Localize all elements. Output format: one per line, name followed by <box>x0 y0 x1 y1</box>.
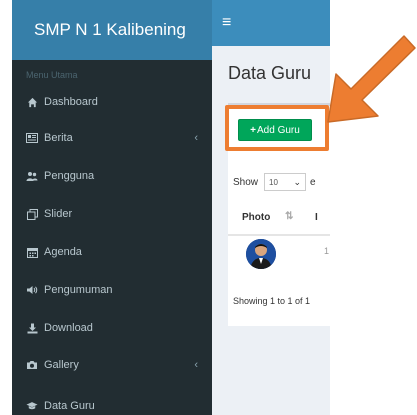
calendar-icon <box>26 246 38 258</box>
table-header: Photo ⇅ I <box>228 206 330 236</box>
sidebar-item-label: Pengumuman <box>44 284 113 296</box>
sidebar-item-download[interactable]: Download <box>12 317 212 339</box>
page-length-select[interactable]: 10 ⌄ <box>264 173 307 191</box>
hamburger-icon[interactable]: ≡ <box>222 14 231 32</box>
content-area: Data Guru + Add Guru Show 10 ⌄ e Photo ⇅… <box>212 46 330 415</box>
sidebar-item-label: Download <box>44 322 93 334</box>
chevron-left-icon: ‹ <box>194 132 198 144</box>
sidebar-item-label: Data Guru <box>44 400 95 412</box>
page-title: Data Guru <box>228 63 312 83</box>
download-icon <box>26 322 38 334</box>
sidebar-item-berita[interactable]: Berita ‹ <box>12 127 212 149</box>
table-cell: 1 <box>324 246 330 256</box>
sidebar-item-dashboard[interactable]: Dashboard <box>12 91 212 113</box>
sidebar-item-pengumuman[interactable]: Pengumuman <box>12 279 212 301</box>
page-length-value: 10 <box>269 177 278 187</box>
table-info: Showing 1 to 1 of 1 <box>233 296 311 306</box>
column-header-next[interactable]: I <box>315 212 318 223</box>
sidebar-item-label: Pengguna <box>44 170 95 182</box>
sidebar-item-label: Slider <box>44 208 73 220</box>
teacher-photo <box>246 239 276 269</box>
column-header-photo[interactable]: Photo <box>242 212 270 223</box>
graduation-cap-icon <box>26 400 38 412</box>
person-photo-icon <box>246 239 276 269</box>
arrow-pointer-icon <box>327 35 416 123</box>
menu-header: Menu Utama <box>26 70 78 80</box>
sidebar: SMP N 1 Kalibening Menu Utama Dashboard … <box>12 0 212 415</box>
sidebar-item-label: Agenda <box>44 246 82 258</box>
entries-label: e <box>310 176 316 188</box>
page-length-control: Show 10 ⌄ e <box>233 173 316 191</box>
sidebar-item-data-guru[interactable]: Data Guru <box>12 395 212 415</box>
admin-app: SMP N 1 Kalibening Menu Utama Dashboard … <box>12 0 330 415</box>
home-icon <box>26 96 38 108</box>
clone-icon <box>26 208 38 220</box>
sidebar-item-slider[interactable]: Slider <box>12 203 212 225</box>
show-label: Show <box>233 176 259 188</box>
sidebar-item-gallery[interactable]: Gallery ‹ <box>12 354 212 376</box>
brand-logo[interactable]: SMP N 1 Kalibening <box>12 0 212 60</box>
users-icon <box>26 170 38 182</box>
sidebar-item-agenda[interactable]: Agenda <box>12 241 212 263</box>
volume-icon <box>26 284 38 296</box>
sidebar-item-label: Gallery <box>44 359 79 371</box>
chevron-down-icon: ⌄ <box>293 176 302 187</box>
top-navbar: ≡ <box>212 0 330 46</box>
newspaper-icon <box>26 132 38 144</box>
sidebar-item-pengguna[interactable]: Pengguna <box>12 165 212 187</box>
sidebar-item-label: Dashboard <box>44 96 98 108</box>
chevron-left-icon: ‹ <box>194 359 198 371</box>
sort-icon[interactable]: ⇅ <box>285 211 293 222</box>
camera-icon <box>26 359 38 371</box>
highlight-box <box>225 105 329 151</box>
sidebar-item-label: Berita <box>44 132 73 144</box>
